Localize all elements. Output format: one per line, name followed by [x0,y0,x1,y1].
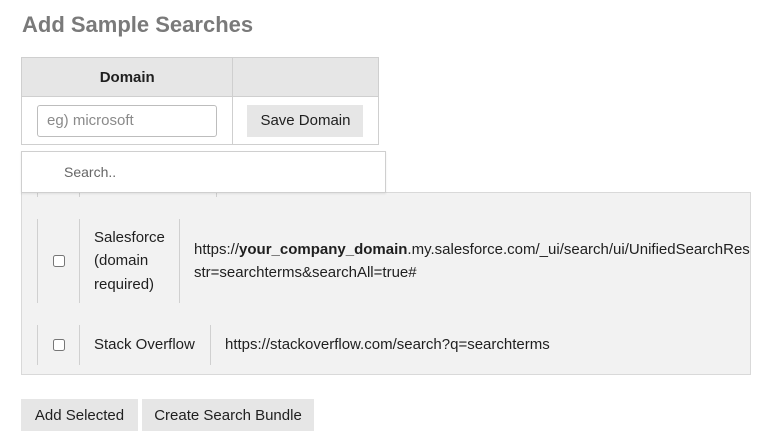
page-title: Add Sample Searches [22,12,254,37]
search-name: Stack Overflow [79,325,210,365]
url-domain-placeholder: your_company_domain [239,240,408,258]
domain-table-header: Domain [20,57,379,97]
checkbox-cell [37,325,79,365]
list-item-salesforce[interactable]: Salesforce (domain required) https://you… [37,219,751,303]
domain-input[interactable] [37,104,217,137]
list-item-stack-overflow[interactable]: Stack Overflow https://stackoverflow.com… [37,325,730,365]
search-box [21,151,386,193]
row-divider [79,193,80,197]
search-url-line-1: https://your_company_domain.my.salesforc… [194,238,751,262]
save-domain-cell: Save Domain [232,96,379,145]
search-url-line-2: str=searchterms&searchAll=true# [194,264,417,281]
search-url: https://your_company_domain.my.salesforc… [179,219,751,303]
checkbox-cell [37,219,79,303]
create-search-bundle-button[interactable]: Create Search Bundle [142,399,314,431]
add-selected-button[interactable]: Add Selected [21,399,138,431]
search-input[interactable] [22,152,385,192]
domain-table-row: Save Domain [20,96,379,145]
row-divider [216,193,217,197]
action-buttons: Add Selected Create Search Bundle [21,399,314,431]
url-suffix: .my.salesforce.com/_ui/search/ui/Unified… [407,240,751,258]
domain-column-header: Domain [20,57,234,97]
url-prefix: https:// [194,240,240,258]
domain-input-cell [20,96,234,145]
row-divider [37,193,38,197]
action-column-header [232,57,379,97]
results-list[interactable]: Salesforce (domain required) https://you… [21,192,751,375]
select-checkbox-stack-overflow[interactable] [52,339,65,351]
select-checkbox-salesforce[interactable] [52,255,65,267]
search-name: Salesforce (domain required) [79,219,179,303]
search-url: https://stackoverflow.com/search?q=searc… [210,325,730,365]
domain-table: Domain Save Domain [20,57,379,145]
save-domain-button[interactable]: Save Domain [247,104,364,137]
